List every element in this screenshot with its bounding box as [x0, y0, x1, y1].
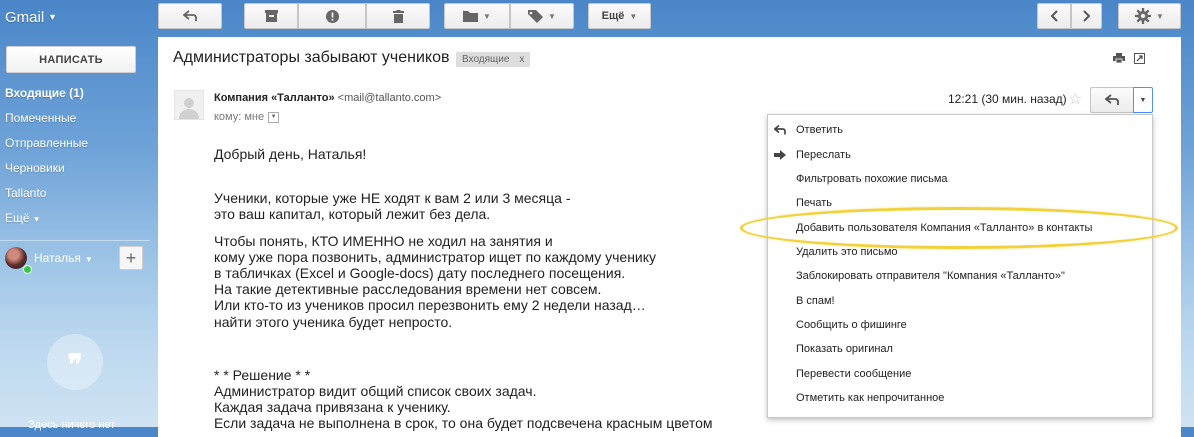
add-contact-button[interactable]: +: [119, 246, 143, 270]
hangouts-icon: ❞: [47, 334, 103, 390]
delete-button[interactable]: [366, 3, 430, 29]
settings-button[interactable]: ▼: [1118, 3, 1181, 29]
more-actions-button[interactable]: Ещё ▼: [588, 3, 651, 29]
highlight-ellipse-annotation: [740, 207, 1178, 249]
sender-name[interactable]: Компания «Талланто»: [214, 92, 335, 104]
spam-icon: [325, 9, 339, 23]
older-button[interactable]: [1071, 3, 1102, 29]
report-spam-button[interactable]: [298, 3, 366, 29]
sender-photo: [174, 90, 204, 120]
inbox-label-chip[interactable]: Входящие x: [456, 52, 531, 67]
gmail-logo[interactable]: Gmail ▼: [5, 9, 57, 26]
menu-item-mark-unread[interactable]: Отметить как непрочитанное: [796, 392, 944, 404]
body-line: Администратор видит общий список своих з…: [214, 383, 537, 399]
recipient-text: кому: мне: [214, 111, 265, 123]
star-icon[interactable]: ☆: [1068, 89, 1082, 109]
body-line: Если задача не выполнена в срок, то она …: [214, 415, 713, 431]
open-new-window-icon[interactable]: [1134, 53, 1145, 64]
menu-item-report-phishing[interactable]: Сообщить о фишинге: [796, 319, 907, 331]
menu-item-report-spam[interactable]: В спам!: [796, 295, 835, 307]
more-options-button[interactable]: ▼: [1133, 87, 1153, 113]
body-line: Ученики, которые уже НЕ ходят к вам 2 ил…: [214, 190, 571, 206]
menu-item-show-original[interactable]: Показать оригинал: [796, 343, 893, 355]
recipient-line: кому: мне ▼: [214, 111, 280, 123]
hangouts-empty-text: Здесь ничего нет: [28, 419, 116, 431]
body-line: Каждая задача привязана к ученику.: [214, 399, 451, 415]
newer-button[interactable]: [1037, 3, 1071, 29]
menu-item-print[interactable]: Печать: [796, 197, 832, 209]
body-line: Чтобы понять, КТО ИМЕННО не ходил на зан…: [214, 233, 553, 249]
online-status-icon: [23, 265, 32, 274]
body-line: в табличках (Excel и Google-docs) дату п…: [214, 265, 626, 281]
sender-email: <mail@tallanto.com>: [337, 92, 442, 104]
forward-icon: [774, 150, 786, 160]
next-icon: [1082, 10, 1090, 22]
body-line: На такие детективные расследования време…: [214, 281, 602, 297]
nav-inbox[interactable]: Входящие (1): [5, 86, 84, 100]
move-to-button[interactable]: ▼: [444, 3, 510, 29]
body-line: Добрый день, Наталья!: [214, 146, 367, 162]
email-timestamp: 12:21 (30 мин. назад): [948, 92, 1067, 106]
back-icon: [183, 10, 197, 21]
menu-item-filter[interactable]: Фильтровать похожие письма: [796, 173, 948, 185]
menu-item-forward[interactable]: Переслать: [796, 149, 851, 161]
compose-button[interactable]: НАПИСАТЬ: [6, 46, 136, 73]
folder-icon: [463, 11, 479, 22]
remove-label-button[interactable]: x: [519, 54, 524, 65]
body-line: * * Решение * *: [214, 367, 311, 383]
reply-icon: [774, 125, 786, 135]
settings-icon: [1135, 8, 1152, 24]
sidebar-divider: [0, 240, 150, 241]
sender-line: Компания «Талланто» <mail@tallanto.com>: [214, 92, 441, 104]
print-all-icon[interactable]: [1113, 53, 1125, 63]
menu-item-translate[interactable]: Перевести сообщение: [796, 368, 911, 380]
label-icon: [528, 9, 544, 23]
body-line: найти этого ученика будет непросто.: [214, 314, 453, 330]
nav-starred[interactable]: Помеченные: [5, 111, 76, 125]
show-details-icon[interactable]: ▼: [268, 111, 280, 123]
nav-tallanto[interactable]: Tallanto: [5, 186, 46, 200]
back-button[interactable]: [158, 3, 222, 29]
hangouts-user-name[interactable]: Наталья ▼: [34, 251, 93, 265]
menu-item-delete[interactable]: Удалить это письмо: [796, 246, 898, 258]
email-subject: Администраторы забывают учеников: [173, 49, 450, 66]
nav-more[interactable]: Ещё ▼: [5, 211, 40, 225]
delete-icon: [392, 9, 404, 23]
reply-button[interactable]: [1090, 87, 1133, 113]
body-line: кому уже пора позвонить, администратор и…: [214, 249, 657, 265]
reply-icon: [1105, 94, 1119, 105]
labels-button[interactable]: ▼: [510, 3, 574, 29]
prev-icon: [1050, 10, 1058, 22]
nav-drafts[interactable]: Черновики: [5, 161, 65, 175]
menu-item-reply[interactable]: Ответить: [796, 124, 843, 136]
body-line: это ваш капитал, который лежит без дела.: [214, 206, 491, 222]
label-chip-text: Входящие: [462, 54, 510, 65]
body-line: Или кто-то из учеников просил перезвонит…: [214, 297, 646, 313]
nav-sent[interactable]: Отправленные: [5, 136, 88, 150]
archive-icon: [264, 10, 278, 22]
archive-button[interactable]: [244, 3, 298, 29]
menu-item-block-sender[interactable]: Заблокировать отправителя "Компания «Тал…: [796, 270, 1065, 282]
